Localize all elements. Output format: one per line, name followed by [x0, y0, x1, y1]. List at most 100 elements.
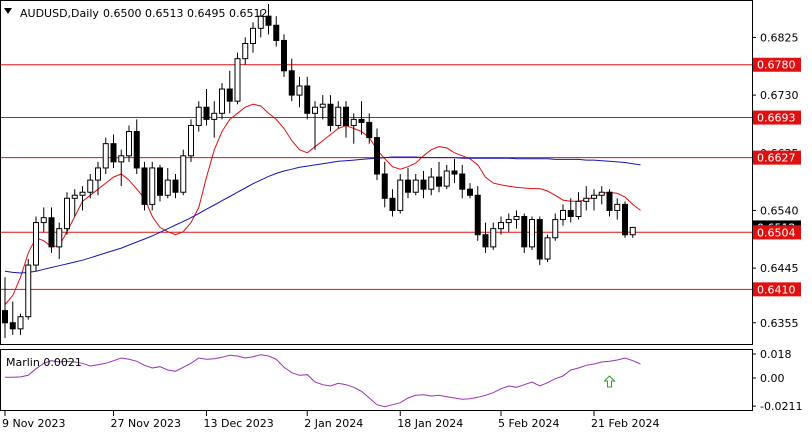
date-label-5: 5 Feb 2024 — [498, 417, 559, 430]
candle-body — [622, 203, 628, 236]
candle-body — [281, 39, 287, 72]
candle-body — [25, 264, 32, 318]
candle-body — [188, 124, 194, 157]
level-label-front: 0.6504 — [757, 226, 796, 239]
candle-body — [87, 179, 94, 193]
candle-body — [513, 216, 520, 221]
candle-body — [614, 203, 621, 211]
price-tick-label-0: 0.6825 — [760, 31, 799, 44]
level-label-4: 0.6410 — [757, 283, 796, 296]
candle-body — [552, 219, 559, 239]
candle-body — [56, 228, 63, 248]
level-label-2: 0.6627 — [757, 152, 796, 165]
candle-body — [64, 197, 70, 230]
candle-body — [219, 88, 225, 114]
price-tick-label-5: 0.6355 — [760, 317, 799, 330]
candle-body — [95, 167, 101, 181]
candle-body — [343, 106, 349, 126]
candle-body — [606, 191, 613, 211]
candle-body — [560, 209, 566, 221]
candle-body — [583, 197, 590, 202]
candle-body — [598, 191, 605, 196]
date-label-6: 21 Feb 2024 — [591, 417, 659, 430]
candle-body — [17, 316, 24, 330]
candle-body — [335, 106, 342, 126]
candle-body — [490, 228, 497, 248]
candle-body — [498, 222, 504, 230]
candle-body — [304, 85, 311, 114]
candle-body — [350, 118, 357, 126]
candle-body — [157, 167, 163, 196]
candle-body — [273, 24, 280, 41]
candle-body — [536, 219, 543, 260]
candle-body — [234, 58, 241, 102]
date-label-3: 2 Jan 2024 — [304, 417, 363, 430]
candle-body — [459, 173, 466, 190]
price-tick-label-4: 0.6445 — [760, 262, 799, 275]
candle-body — [467, 188, 473, 196]
candle-body — [412, 179, 419, 193]
indicator-tick-label-2: -0.0211 — [760, 400, 802, 413]
candle-body — [40, 217, 47, 224]
candle-body — [529, 219, 535, 248]
candle-body — [172, 179, 179, 193]
candle-body — [389, 197, 396, 211]
candle-body — [296, 85, 303, 96]
symbol-label: AUDUSD,Daily — [20, 7, 99, 20]
ohlc-label: 0.6500 0.6513 0.6495 0.6512 — [103, 7, 267, 20]
candle-body — [133, 131, 140, 169]
candle-body — [203, 106, 210, 120]
candle-body — [242, 42, 249, 60]
candle-body — [71, 194, 78, 199]
candle-body — [451, 170, 458, 175]
price-tick-label-3: 0.6540 — [760, 204, 799, 217]
candle-body — [126, 131, 132, 157]
candle-body — [482, 234, 489, 248]
candle-body — [629, 226, 636, 236]
candle-body — [2, 310, 8, 324]
candle-body — [102, 143, 109, 169]
candle-body — [575, 200, 582, 218]
candle-body — [567, 209, 574, 218]
date-label-0: 9 Nov 2023 — [2, 417, 65, 430]
candle-body — [118, 155, 125, 163]
candle-body — [428, 176, 435, 190]
level-label-1: 0.6693 — [757, 112, 796, 125]
indicator-tick-label-0: 0.018 — [760, 348, 792, 361]
candle-body — [79, 191, 86, 196]
candle-body — [474, 194, 481, 236]
level-label-0: 0.6780 — [757, 59, 796, 72]
candle-body — [312, 106, 318, 114]
indicator-label: Marlin 0.0021 — [6, 356, 82, 369]
indicator-tick-label-1: 0.00 — [760, 372, 785, 385]
candle-body — [149, 167, 156, 205]
date-label-2: 13 Dec 2023 — [204, 417, 274, 430]
candle-body — [327, 103, 334, 126]
candle-body — [544, 237, 551, 260]
candle-body — [110, 143, 117, 163]
candle-body — [366, 121, 373, 139]
date-label-1: 27 Nov 2023 — [111, 417, 181, 430]
candle-body — [226, 88, 233, 102]
candle-body — [48, 217, 55, 248]
candle-body — [591, 194, 597, 199]
candle-body — [211, 112, 218, 120]
candle-body — [164, 179, 171, 196]
candle-body — [358, 118, 365, 123]
candle-body — [443, 170, 450, 187]
candle-body — [521, 216, 528, 248]
candle-body — [319, 103, 326, 108]
candle-body — [9, 322, 16, 330]
candle-body — [180, 155, 187, 193]
chart-background — [0, 0, 812, 435]
candle-body — [288, 70, 295, 96]
date-label-4: 18 Jan 2024 — [397, 417, 463, 430]
audusd-chart: 0.68250.67300.66350.65400.64450.6355 0.6… — [0, 0, 812, 435]
candle-body — [405, 179, 411, 193]
candle-body — [397, 179, 404, 211]
candle-body — [436, 176, 442, 187]
candle-body — [141, 167, 148, 205]
candle-body — [250, 27, 256, 44]
candle-body — [381, 173, 388, 199]
candle-body — [33, 222, 39, 266]
